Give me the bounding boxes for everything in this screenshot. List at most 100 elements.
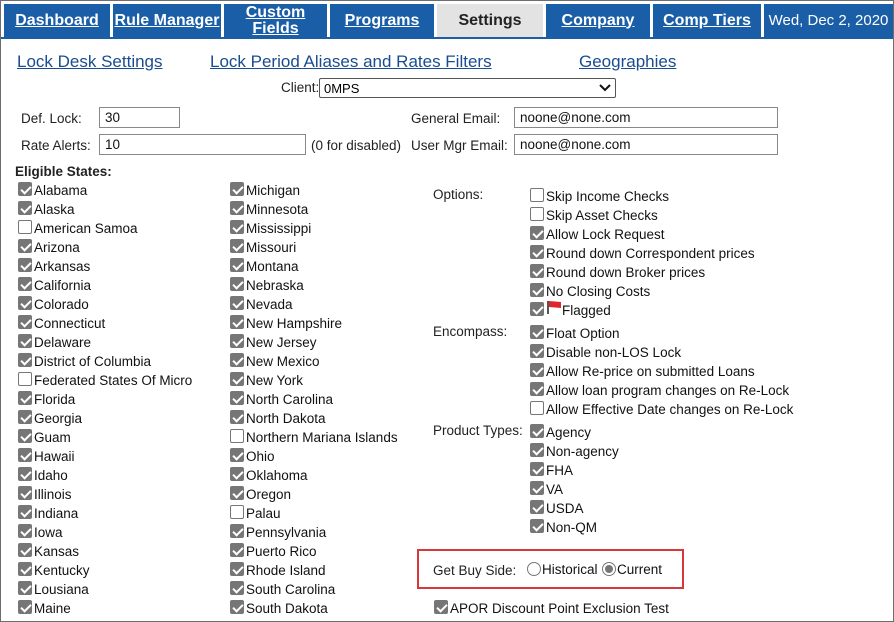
state-illinois-checkbox[interactable] — [18, 486, 32, 500]
encompass-allow-re-price-on-submitted-loans-checkbox[interactable] — [530, 363, 544, 377]
state-guam-checkbox[interactable] — [18, 429, 32, 443]
general-email-input[interactable] — [514, 107, 778, 128]
state-colorado-checkbox[interactable] — [18, 296, 32, 310]
state-federated-states-of-micro-checkbox[interactable] — [18, 372, 32, 386]
product-non-qm-checkbox[interactable] — [530, 519, 544, 533]
state-georgia-checkbox[interactable] — [18, 410, 32, 424]
historical-radio[interactable] — [527, 562, 541, 576]
state-south-carolina-label: South Carolina — [246, 582, 336, 597]
state-iowa-checkbox[interactable] — [18, 524, 32, 538]
state-delaware-checkbox[interactable] — [18, 334, 32, 348]
state-new-york-checkbox[interactable] — [230, 372, 244, 386]
lock-desk-settings-link[interactable]: Lock Desk Settings — [17, 52, 163, 72]
state-puerto-rico-checkbox[interactable] — [230, 543, 244, 557]
state-pennsylvania-checkbox[interactable] — [230, 524, 244, 538]
tab-label: Comp Tiers — [663, 11, 751, 29]
state-new-mexico-label: New Mexico — [246, 354, 320, 369]
encompass-allow-loan-program-changes-on-re-lock-checkbox[interactable] — [530, 382, 544, 396]
state-arkansas-checkbox[interactable] — [18, 258, 32, 272]
option-skip-income-checks-checkbox[interactable] — [530, 188, 544, 202]
tab-programs[interactable]: Programs — [330, 4, 434, 37]
state-connecticut-checkbox[interactable] — [18, 315, 32, 329]
def-lock-input[interactable] — [99, 107, 180, 128]
tab-comp-tiers[interactable]: Comp Tiers — [653, 4, 761, 37]
product-usda-checkbox[interactable] — [530, 500, 544, 514]
state-new-jersey-checkbox[interactable] — [230, 334, 244, 348]
tab-rule-manager[interactable]: Rule Manager — [113, 4, 221, 37]
state-oregon-label: Oregon — [246, 487, 292, 502]
tab-settings[interactable]: Settings — [437, 4, 543, 37]
state-district-of-columbia-checkbox[interactable] — [18, 353, 32, 367]
state-nebraska-checkbox[interactable] — [230, 277, 244, 291]
option-flagged-checkbox[interactable] — [530, 302, 544, 316]
product-usda-label: USDA — [546, 501, 584, 516]
rate-alerts-input[interactable] — [99, 134, 306, 155]
state-nevada-checkbox[interactable] — [230, 296, 244, 310]
state-palau-checkbox[interactable] — [230, 505, 244, 519]
state-missouri-checkbox[interactable] — [230, 239, 244, 253]
state-kentucky-checkbox[interactable] — [18, 562, 32, 576]
lock-period-aliases-link[interactable]: Lock Period Aliases and Rates Filters — [210, 52, 492, 72]
encompass-disable-non-los-lock-checkbox[interactable] — [530, 344, 544, 358]
state-mississippi-checkbox[interactable] — [230, 220, 244, 234]
tab-label: Programs — [344, 11, 420, 29]
option-round-down-broker-prices-label: Round down Broker prices — [546, 265, 706, 280]
state-northern-mariana-islands-checkbox[interactable] — [230, 429, 244, 443]
state-pennsylvania-label: Pennsylvania — [246, 525, 327, 540]
state-lousiana-checkbox[interactable] — [18, 581, 32, 595]
state-oregon-checkbox[interactable] — [230, 486, 244, 500]
state-american-samoa-checkbox[interactable] — [18, 220, 32, 234]
state-california-checkbox[interactable] — [18, 277, 32, 291]
state-connecticut-label: Connecticut — [34, 316, 106, 331]
state-south-dakota-checkbox[interactable] — [230, 600, 244, 614]
state-north-dakota-checkbox[interactable] — [230, 410, 244, 424]
state-montana-checkbox[interactable] — [230, 258, 244, 272]
state-rhode-island-checkbox[interactable] — [230, 562, 244, 576]
state-hawaii-checkbox[interactable] — [18, 448, 32, 462]
option-skip-asset-checks-checkbox[interactable] — [530, 207, 544, 221]
option-round-down-broker-prices-checkbox[interactable] — [530, 264, 544, 278]
state-arizona-checkbox[interactable] — [18, 239, 32, 253]
state-northern-mariana-islands-label: Northern Mariana Islands — [246, 430, 398, 445]
tab-company[interactable]: Company — [546, 4, 650, 37]
state-new-mexico-checkbox[interactable] — [230, 353, 244, 367]
state-florida-checkbox[interactable] — [18, 391, 32, 405]
rate-alerts-label: Rate Alerts: — [21, 138, 91, 153]
client-select[interactable]: 0MPS — [319, 78, 616, 98]
state-alaska-checkbox[interactable] — [18, 201, 32, 215]
state-oklahoma-checkbox[interactable] — [230, 467, 244, 481]
state-north-carolina-checkbox[interactable] — [230, 391, 244, 405]
product-fha-checkbox[interactable] — [530, 462, 544, 476]
settings-window: Dashboard Rule Manager Custom Fields Pro… — [0, 0, 894, 622]
option-skip-asset-checks-label: Skip Asset Checks — [546, 208, 658, 223]
state-alabama-checkbox[interactable] — [18, 182, 32, 196]
state-kentucky-label: Kentucky — [34, 563, 90, 578]
state-minnesota-checkbox[interactable] — [230, 201, 244, 215]
tab-custom-fields[interactable]: Custom Fields — [224, 4, 327, 37]
tab-dashboard[interactable]: Dashboard — [4, 4, 110, 37]
apor-checkbox[interactable] — [434, 600, 448, 614]
option-allow-lock-request-checkbox[interactable] — [530, 226, 544, 240]
product-va-checkbox[interactable] — [530, 481, 544, 495]
geographies-link[interactable]: Geographies — [579, 52, 676, 72]
rate-alerts-note: (0 for disabled) — [311, 138, 402, 153]
current-radio[interactable] — [602, 562, 616, 576]
product-agency-checkbox[interactable] — [530, 424, 544, 438]
option-round-down-correspondent-prices-checkbox[interactable] — [530, 245, 544, 259]
state-michigan-checkbox[interactable] — [230, 182, 244, 196]
user-mgr-email-input[interactable] — [514, 134, 778, 155]
state-idaho-checkbox[interactable] — [18, 467, 32, 481]
encompass-float-option-checkbox[interactable] — [530, 325, 544, 339]
encompass-allow-effective-date-changes-on-re-lock-checkbox[interactable] — [530, 401, 544, 415]
state-kansas-checkbox[interactable] — [18, 543, 32, 557]
state-ohio-checkbox[interactable] — [230, 448, 244, 462]
state-indiana-checkbox[interactable] — [18, 505, 32, 519]
state-florida-label: Florida — [34, 392, 76, 407]
state-new-hampshire-checkbox[interactable] — [230, 315, 244, 329]
encompass-float-option-label: Float Option — [546, 326, 620, 341]
option-no-closing-costs-checkbox[interactable] — [530, 283, 544, 297]
product-non-agency-checkbox[interactable] — [530, 443, 544, 457]
state-colorado-label: Colorado — [34, 297, 89, 312]
state-maine-checkbox[interactable] — [18, 600, 32, 614]
state-south-carolina-checkbox[interactable] — [230, 581, 244, 595]
